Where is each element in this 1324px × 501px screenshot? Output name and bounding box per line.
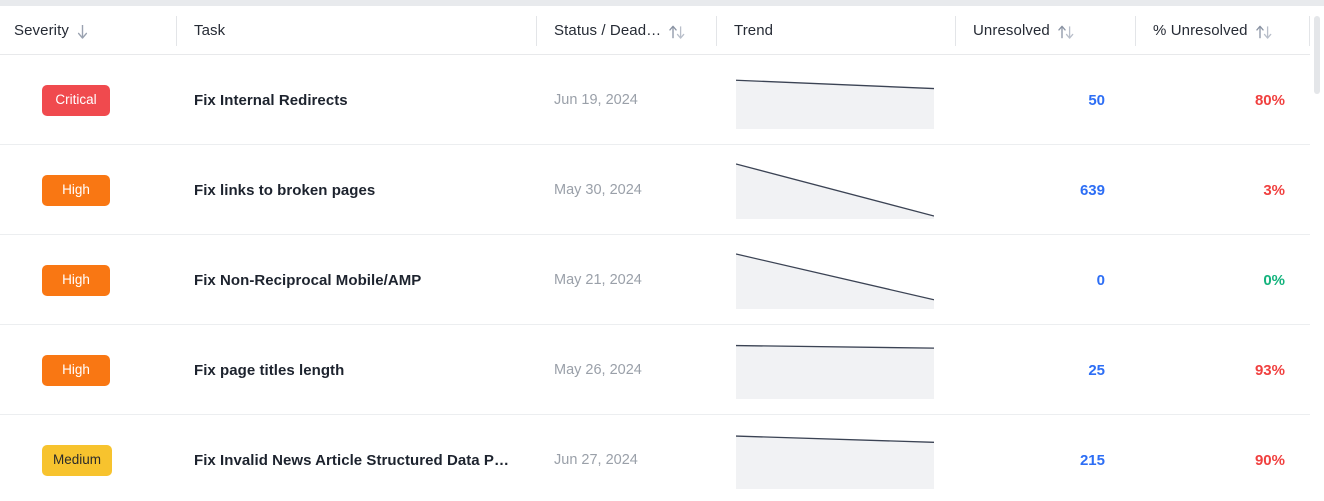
column-header-severity[interactable]: Severity	[14, 6, 89, 55]
deadline-date: May 26, 2024	[554, 362, 642, 378]
trend-cell	[736, 235, 934, 325]
severity-cell: High	[42, 325, 110, 415]
column-header-unresolved-label: Unresolved	[973, 22, 1050, 39]
task-cell: Fix Invalid News Article Structured Data…	[194, 415, 509, 501]
trend-sparkline-chart	[736, 79, 934, 129]
unresolved-cell: 215	[973, 415, 1105, 501]
severity-badge[interactable]: Critical	[42, 84, 110, 116]
unresolved-cell: 0	[973, 235, 1105, 325]
task-link[interactable]: Fix page titles length	[194, 362, 344, 379]
trend-area-fill	[736, 345, 934, 399]
vertical-scrollbar-thumb[interactable]	[1314, 16, 1320, 94]
trend-sparkline-chart	[736, 253, 934, 309]
sort-updown-arrows-icon[interactable]	[1255, 24, 1273, 40]
header-divider	[176, 16, 177, 46]
column-header-severity-label: Severity	[14, 22, 69, 39]
trend-cell	[736, 145, 934, 235]
column-header-status-deadline[interactable]: Status / Dead…	[554, 6, 686, 55]
deadline-date: Jun 27, 2024	[554, 452, 638, 468]
severity-cell: Medium	[42, 415, 113, 501]
trend-sparkline-chart	[736, 163, 934, 219]
tasks-table: Severity Task Status / Dead… Trend Unres…	[0, 6, 1310, 501]
table-row[interactable]: High Fix links to broken pages May 30, 202…	[0, 145, 1310, 235]
table-row[interactable]: Medium Fix Invalid News Article Structure…	[0, 415, 1310, 501]
task-link[interactable]: Fix Invalid News Article Structured Data…	[194, 452, 509, 469]
table-row[interactable]: Critical Fix Internal Redirects Jun 19, 20…	[0, 55, 1310, 145]
deadline-cell: May 30, 2024	[554, 145, 642, 235]
deadline-cell: Jun 19, 2024	[554, 55, 638, 145]
sort-updown-arrows-icon[interactable]	[1057, 24, 1075, 40]
pct-unresolved-cell: 90%	[1153, 415, 1285, 501]
deadline-cell: May 26, 2024	[554, 325, 642, 415]
pct-unresolved-cell: 80%	[1153, 55, 1285, 145]
column-header-pct-unresolved-label: % Unresolved	[1153, 22, 1248, 39]
severity-cell: High	[42, 145, 110, 235]
unresolved-value[interactable]: 215	[1080, 452, 1105, 469]
unresolved-value[interactable]: 639	[1080, 182, 1105, 199]
trend-cell	[736, 415, 934, 501]
trend-area-fill	[736, 254, 934, 309]
task-link[interactable]: Fix Internal Redirects	[194, 92, 348, 109]
pct-unresolved-value: 90%	[1254, 451, 1285, 469]
task-link[interactable]: Fix links to broken pages	[194, 182, 375, 199]
deadline-date: Jun 19, 2024	[554, 92, 638, 108]
task-cell: Fix page titles length	[194, 325, 344, 415]
deadline-cell: May 21, 2024	[554, 235, 642, 325]
unresolved-value[interactable]: 50	[1088, 92, 1105, 109]
pct-unresolved-value: 0%	[1263, 271, 1285, 289]
severity-badge[interactable]: Medium	[42, 444, 113, 476]
task-link[interactable]: Fix Non-Reciprocal Mobile/AMP	[194, 272, 421, 289]
trend-area-fill	[736, 436, 934, 489]
unresolved-cell: 50	[973, 55, 1105, 145]
trend-cell	[736, 325, 934, 415]
table-row[interactable]: High Fix Non-Reciprocal Mobile/AMP May 21,…	[0, 235, 1310, 325]
trend-cell	[736, 55, 934, 145]
header-divider	[1309, 16, 1310, 46]
sort-updown-arrows-icon[interactable]	[668, 24, 686, 40]
pct-unresolved-value: 93%	[1254, 361, 1285, 379]
unresolved-cell: 639	[973, 145, 1105, 235]
issues-task-table-panel: Severity Task Status / Dead… Trend Unres…	[0, 0, 1324, 501]
severity-cell: High	[42, 235, 110, 325]
task-cell: Fix Internal Redirects	[194, 55, 348, 145]
header-divider	[1135, 16, 1136, 46]
vertical-scrollbar-track[interactable]	[1310, 6, 1324, 501]
column-header-trend[interactable]: Trend	[734, 6, 773, 55]
table-row[interactable]: High Fix page titles length May 26, 2024 25…	[0, 325, 1310, 415]
header-divider	[955, 16, 956, 46]
severity-cell: Critical	[42, 55, 110, 145]
trend-sparkline-chart	[736, 435, 934, 489]
column-header-pct-unresolved[interactable]: % Unresolved	[1153, 6, 1273, 55]
task-cell: Fix links to broken pages	[194, 145, 375, 235]
unresolved-value[interactable]: 0	[1097, 272, 1105, 289]
severity-badge[interactable]: High	[42, 264, 110, 296]
pct-unresolved-value: 3%	[1263, 181, 1285, 199]
unresolved-value[interactable]: 25	[1088, 362, 1105, 379]
task-cell: Fix Non-Reciprocal Mobile/AMP	[194, 235, 421, 325]
severity-badge[interactable]: High	[42, 354, 110, 386]
deadline-cell: Jun 27, 2024	[554, 415, 638, 501]
pct-unresolved-cell: 3%	[1153, 145, 1285, 235]
header-divider	[716, 16, 717, 46]
table-body: Critical Fix Internal Redirects Jun 19, 20…	[0, 55, 1310, 501]
deadline-date: May 21, 2024	[554, 272, 642, 288]
column-header-status-deadline-label: Status / Dead…	[554, 22, 662, 39]
pct-unresolved-cell: 0%	[1153, 235, 1285, 325]
pct-unresolved-value: 80%	[1254, 91, 1285, 109]
column-header-unresolved[interactable]: Unresolved	[973, 6, 1075, 55]
header-divider	[536, 16, 537, 46]
column-header-trend-label: Trend	[734, 22, 774, 39]
sort-desc-arrow-icon[interactable]	[76, 24, 89, 40]
table-header-row: Severity Task Status / Dead… Trend Unres…	[0, 6, 1310, 55]
column-header-task[interactable]: Task	[194, 6, 225, 55]
trend-sparkline-chart	[736, 344, 934, 399]
unresolved-cell: 25	[973, 325, 1105, 415]
column-header-task-label: Task	[194, 22, 226, 39]
pct-unresolved-cell: 93%	[1153, 325, 1285, 415]
deadline-date: May 30, 2024	[554, 182, 642, 198]
severity-badge[interactable]: High	[42, 174, 110, 206]
